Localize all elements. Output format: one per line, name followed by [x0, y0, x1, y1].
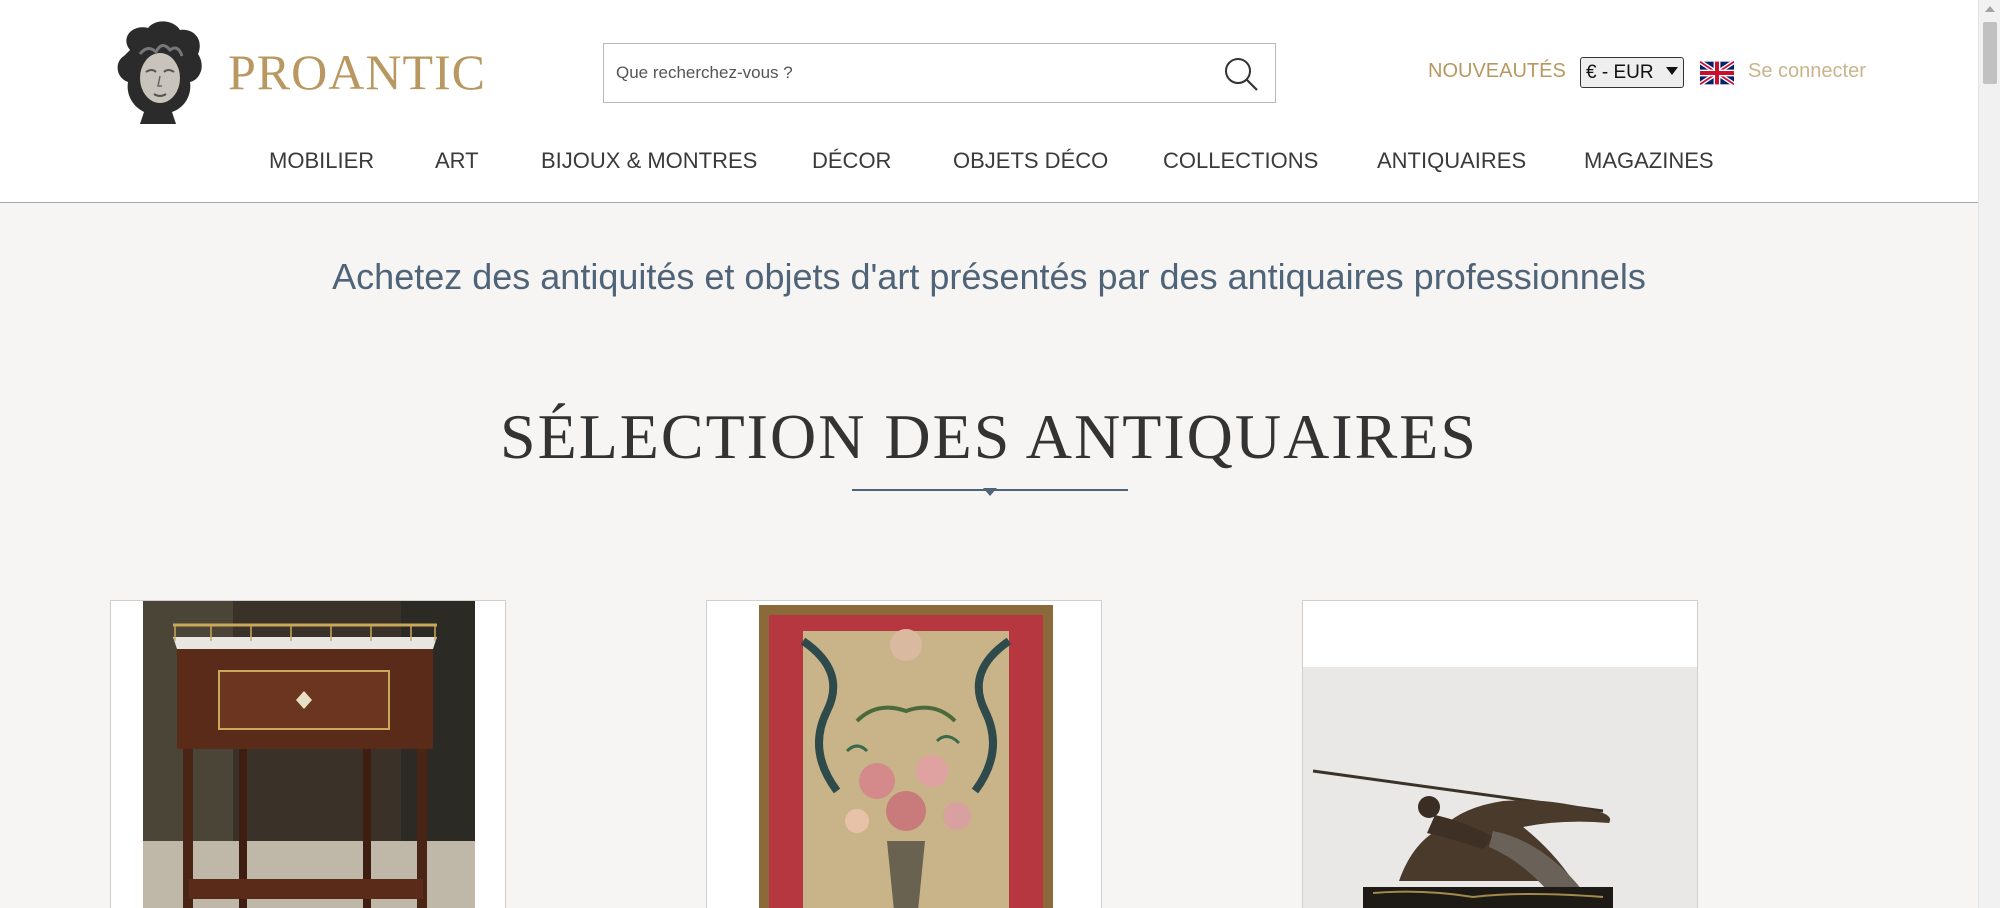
nav-item-collections[interactable]: COLLECTIONS — [1163, 148, 1318, 174]
sculpture-image — [1303, 601, 1697, 908]
section-title: SÉLECTION DES ANTIQUAIRES — [500, 401, 1478, 472]
nouveautes-link[interactable]: NOUVEAUTÉS — [1428, 60, 1566, 83]
side-table-image — [111, 601, 505, 908]
nav-item-mobilier[interactable]: MOBILIER — [269, 148, 374, 174]
uk-flag-icon[interactable] — [1700, 61, 1734, 85]
nav-item-magazines[interactable]: MAGAZINES — [1584, 148, 1714, 174]
search-icon[interactable] — [1223, 56, 1259, 92]
bust-logo-icon — [117, 21, 202, 124]
tapestry-image — [707, 601, 1101, 908]
page-scrollbar[interactable] — [1978, 0, 2000, 908]
scroll-up-icon[interactable] — [1985, 6, 1995, 12]
chevron-down-icon — [1666, 67, 1678, 75]
main-nav: MOBILIER ART BIJOUX & MONTRES DÉCOR OBJE… — [0, 148, 1978, 178]
nav-item-bijoux-montres[interactable]: BIJOUX & MONTRES — [541, 148, 757, 174]
product-card[interactable] — [110, 600, 506, 908]
search-input[interactable] — [604, 44, 1204, 102]
nav-item-antiquaires[interactable]: ANTIQUAIRES — [1377, 148, 1526, 174]
currency-select[interactable]: € - EUR — [1580, 57, 1684, 88]
product-card[interactable] — [1302, 600, 1698, 908]
login-link[interactable]: Se connecter — [1748, 60, 1866, 83]
scroll-thumb[interactable] — [1983, 22, 1997, 84]
site-header: PROANTIC NOUVEAUTÉS € - EUR Se connecter… — [0, 0, 1978, 203]
nav-item-decor[interactable]: DÉCOR — [812, 148, 891, 174]
tagline: Achetez des antiquités et objets d'art p… — [332, 256, 1646, 297]
currency-value: € - EUR — [1586, 62, 1654, 83]
product-card[interactable] — [706, 600, 1102, 908]
nav-item-objets-deco[interactable]: OBJETS DÉCO — [953, 148, 1108, 174]
brand-name: PROANTIC — [228, 44, 487, 100]
search-bar — [603, 43, 1276, 103]
logo[interactable]: PROANTIC — [110, 20, 486, 124]
nav-item-art[interactable]: ART — [435, 148, 479, 174]
divider-caret-icon — [983, 488, 997, 496]
